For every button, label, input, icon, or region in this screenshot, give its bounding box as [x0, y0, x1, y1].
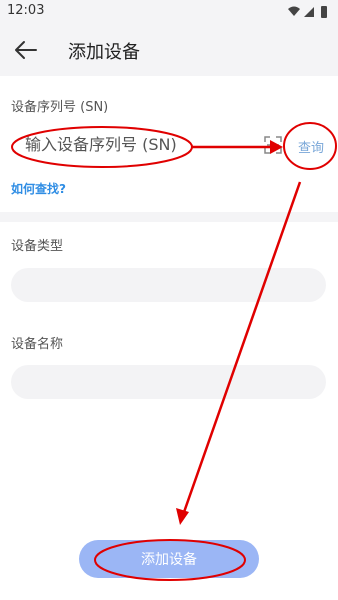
annotation-arrowhead-down	[176, 508, 189, 525]
device-name-input[interactable]	[11, 365, 326, 399]
device-type-label: 设备类型	[11, 239, 64, 254]
add-device-button[interactable]: 添加设备	[79, 540, 259, 578]
status-bar: 12:03	[0, 0, 338, 24]
status-time: 12:03	[7, 3, 45, 18]
annotation-arrow-down	[181, 181, 302, 516]
wifi-icon	[288, 6, 300, 16]
battery-icon	[321, 6, 327, 18]
help-link[interactable]: 如何查找?	[11, 180, 66, 197]
sn-label: 设备序列号 (SN)	[11, 100, 109, 115]
sn-input[interactable]	[11, 127, 263, 161]
status-icons	[288, 6, 327, 18]
section-divider	[0, 212, 338, 222]
query-button[interactable]: 查询	[298, 137, 324, 156]
page-title: 添加设备	[68, 42, 140, 63]
signal-icon	[304, 7, 314, 17]
app-bar: 添加设备	[0, 24, 338, 76]
device-name-label: 设备名称	[11, 337, 64, 352]
arrow-left-icon[interactable]	[14, 39, 38, 61]
device-type-select[interactable]	[11, 268, 326, 302]
scan-icon[interactable]	[264, 136, 282, 154]
